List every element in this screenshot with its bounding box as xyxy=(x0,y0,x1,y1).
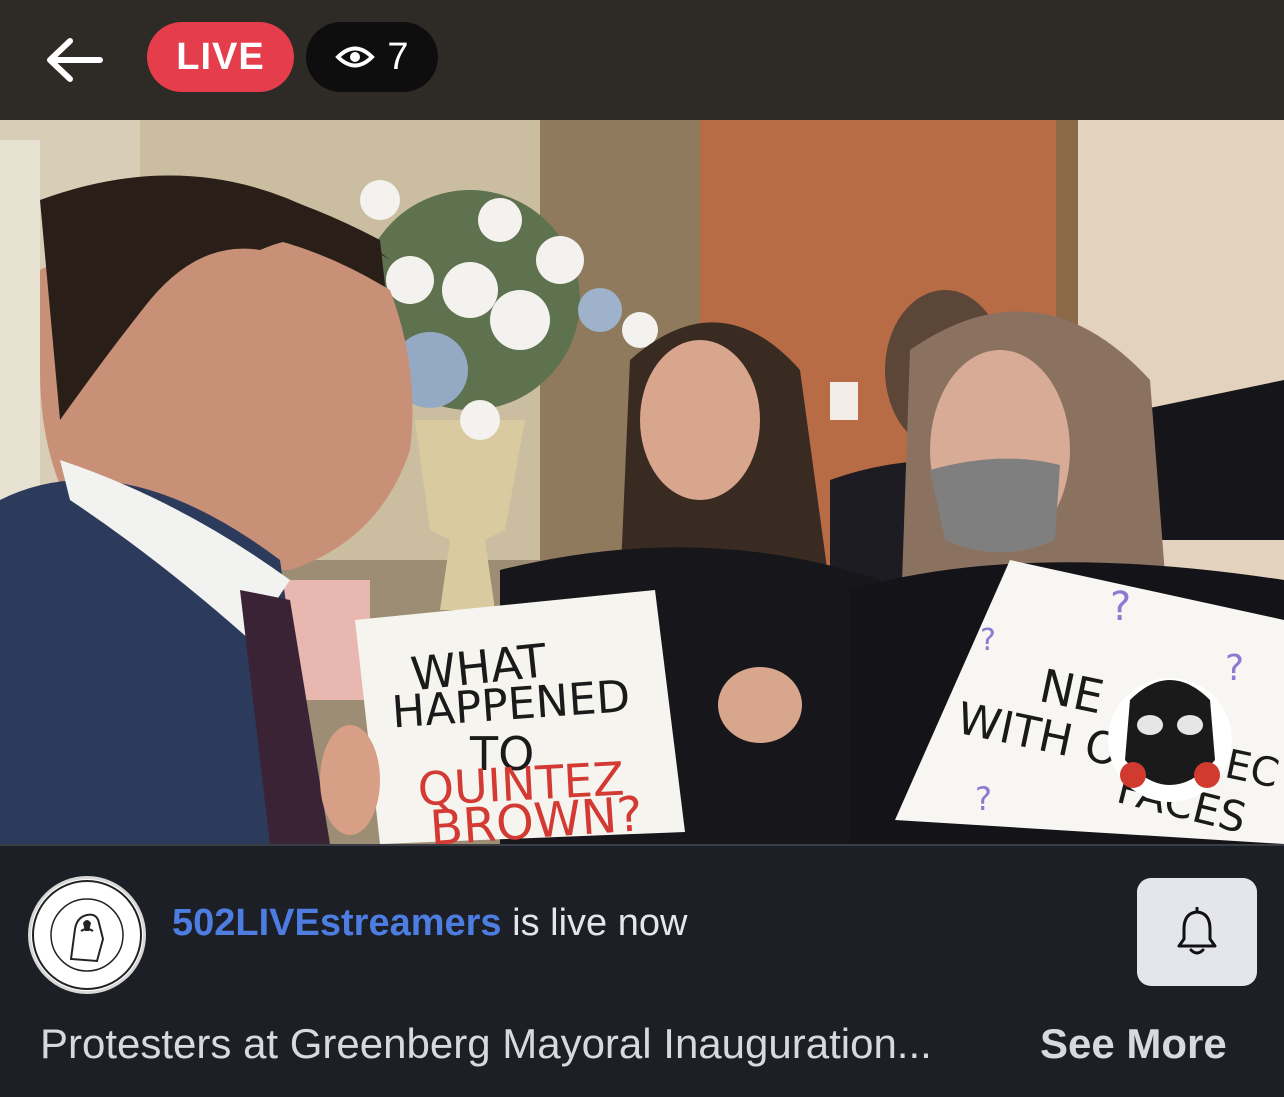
live-label: LIVE xyxy=(176,35,265,78)
bell-icon xyxy=(1177,907,1217,955)
live-video[interactable]: WHAT HAPPENED TO QUINTEZ BROWN? NE WITH … xyxy=(0,120,1284,844)
stream-info-panel: 502LIVEstreamers is live now Protesters … xyxy=(0,844,1284,1097)
arrow-left-icon xyxy=(47,38,103,82)
protest-sign-left: WHAT HAPPENED TO QUINTEZ BROWN? xyxy=(320,590,685,844)
notify-button[interactable] xyxy=(1137,878,1257,986)
gas-mask-logo xyxy=(1108,678,1232,802)
channel-name-link[interactable]: 502LIVEstreamers xyxy=(172,902,502,944)
live-badge: LIVE xyxy=(147,22,294,92)
top-bar: LIVE 7 xyxy=(0,0,1284,120)
channel-avatar[interactable] xyxy=(28,876,146,994)
svg-text:?: ? xyxy=(1225,648,1244,689)
svg-text:?: ? xyxy=(980,623,996,658)
eye-icon xyxy=(335,46,376,68)
live-status-text: is live now xyxy=(501,902,688,944)
live-status-line: 502LIVEstreamers is live now xyxy=(172,902,687,945)
back-button[interactable] xyxy=(36,28,112,92)
viewer-count: 7 xyxy=(387,35,409,78)
channel-logo xyxy=(32,880,142,990)
viewer-count-badge: 7 xyxy=(306,22,438,92)
see-more-button[interactable]: See More xyxy=(1040,1020,1227,1068)
svg-text:?: ? xyxy=(1110,584,1131,630)
svg-text:?: ? xyxy=(975,780,992,818)
video-frame: WHAT HAPPENED TO QUINTEZ BROWN? NE WITH … xyxy=(0,120,1284,844)
